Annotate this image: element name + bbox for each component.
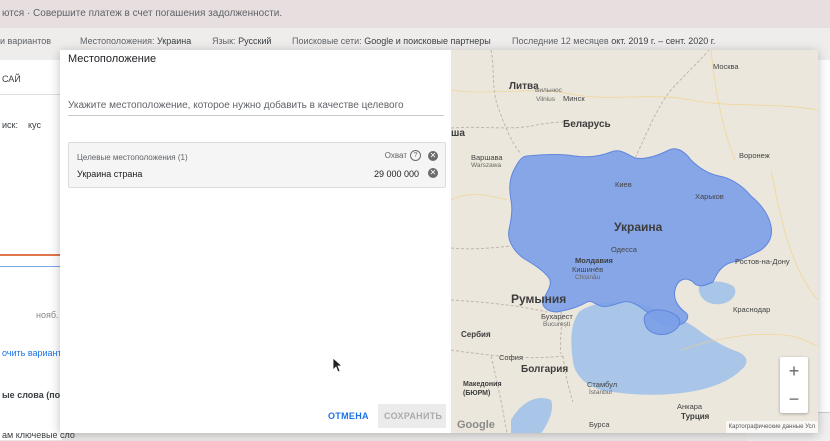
map-label-sofia: София [499, 353, 524, 362]
map-label-moscow: Москва [713, 62, 739, 71]
map-label-ukraine: Украина [614, 220, 663, 234]
remove-all-icon[interactable]: ✕ [428, 151, 438, 161]
map-label-istanbul: Стамбул [587, 380, 618, 389]
map-label-poland-partial: ша [451, 128, 465, 139]
map-label-bucharest: Бухарест [541, 312, 573, 321]
map-label-kyiv: Киев [615, 180, 632, 189]
map-label-voronezh: Воронеж [739, 151, 770, 160]
zoom-in-button[interactable]: + [780, 357, 808, 385]
location-dialog: Местоположение Целевые местоположения (1… [60, 50, 818, 433]
map-label-warsaw: Варшава [471, 153, 503, 162]
notice-banner: ются · Совершите платеж в счет погашения… [0, 0, 830, 28]
map-label-macedonia: Македония (БЮРМ) [463, 381, 502, 397]
map-label-minsk: Минск [563, 94, 585, 103]
bg-tab: САЙ [2, 74, 21, 84]
aegean-sea [511, 398, 553, 433]
cancel-button[interactable]: ОТМЕНА [322, 404, 375, 428]
reach-header: Охват [384, 151, 407, 160]
bg-axis-label: нояб. [36, 310, 59, 320]
bg-get-variants: очить вариант [2, 348, 62, 358]
map-zoom-controls: + − [780, 357, 808, 413]
dialog-title: Местоположение [68, 53, 157, 65]
map-canvas [451, 50, 818, 433]
map-label-moldova: Молдавия [575, 256, 613, 265]
help-icon[interactable]: ? [410, 150, 421, 161]
period-filter[interactable]: Последние 12 месяцев окт. 2019 г. – сент… [512, 36, 715, 46]
map-label-kharkiv: Харьков [695, 192, 724, 201]
map-label-krasnodar: Краснодар [733, 305, 771, 314]
map-label-vilnius: Вильнюс [535, 87, 562, 94]
map-label-ankara: Анкара [677, 402, 703, 411]
map-label-turkey: Турция [681, 412, 710, 421]
targeted-locations-header: Целевые местоположения (1) [77, 153, 188, 162]
background-left-panel: САЙ иск: кус нояб. очить вариант ые слов… [0, 60, 75, 440]
google-logo: Google [457, 419, 495, 431]
map-label-bucuresti: București [543, 321, 571, 328]
mouse-cursor-icon [332, 357, 342, 373]
map-label-romania: Румыния [511, 292, 567, 306]
map-label-bursa: Бурса [589, 420, 610, 429]
location-name: Украина страна [77, 169, 143, 179]
bg-search-label: иск: [2, 120, 18, 130]
bg-chart-line [0, 254, 62, 256]
map-label-warszawa: Warszawa [471, 162, 502, 169]
map-label-vilnius-latin: Vilnius [536, 96, 556, 103]
location-search [68, 95, 444, 116]
location-panel: Местоположение Целевые местоположения (1… [60, 50, 450, 433]
map-label-chisinau: Кишинёв [572, 265, 604, 274]
variants-label: и вариантов [0, 36, 52, 46]
map-label-istanbul-latin: İstanbul [589, 389, 612, 396]
map-label-serbia: Сербия [461, 330, 491, 339]
map-label-rostov: Ростов-на-Дону [735, 257, 790, 266]
targeted-locations-box: Целевые местоположения (1) Охват ? ✕ Укр… [68, 142, 446, 188]
map-attribution[interactable]: Картографические данные Усл [725, 421, 818, 433]
bg-chart-line-2 [0, 266, 62, 267]
location-reach: 29 000 000 [373, 169, 419, 179]
networks-filter[interactable]: Поисковые сети: Google и поисковые партн… [292, 36, 491, 46]
location-search-input[interactable] [68, 96, 444, 115]
location-map[interactable]: Литва Вильнюс Vilnius Минск Москва Белар… [451, 50, 818, 433]
save-button[interactable]: СОХРАНИТЬ [378, 404, 446, 428]
language-filter[interactable]: Язык: Русский [212, 36, 271, 46]
map-label-chisinau-latin: Chișinău [575, 274, 601, 281]
remove-location-icon[interactable]: ✕ [428, 168, 438, 178]
zoom-out-button[interactable]: − [780, 385, 808, 413]
location-filter[interactable]: Местоположения: Украина [80, 36, 191, 46]
map-label-belarus: Беларусь [563, 119, 611, 130]
background-right-panel [818, 60, 830, 440]
map-label-bulgaria: Болгария [521, 364, 569, 375]
map-label-odesa: Одесса [611, 245, 637, 254]
bg-search-chip: кус [28, 120, 41, 130]
